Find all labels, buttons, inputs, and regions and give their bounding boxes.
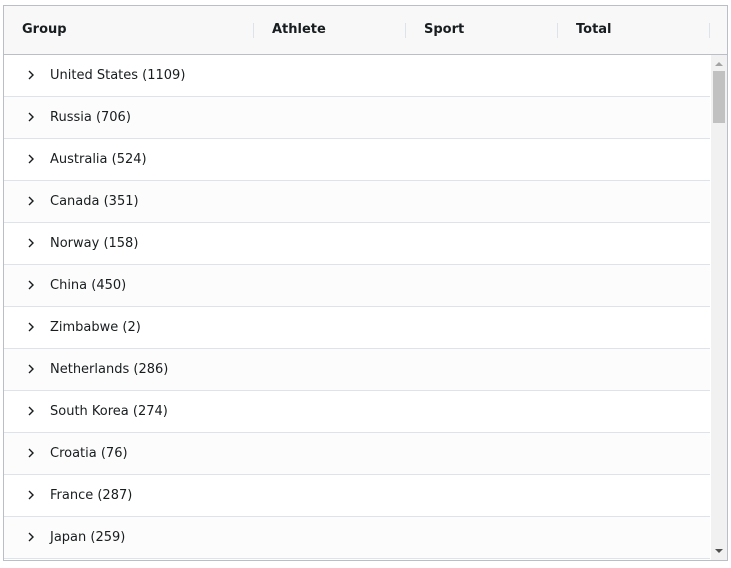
group-row-japan[interactable]: Japan (259) (4, 517, 710, 559)
group-row-label: South Korea (274) (50, 404, 168, 419)
group-row-label: Zimbabwe (2) (50, 320, 141, 335)
group-row-croatia[interactable]: Croatia (76) (4, 433, 710, 475)
group-row-south-korea[interactable]: South Korea (274) (4, 391, 710, 433)
column-header-label: Athlete (272, 22, 326, 37)
column-header-label: Total (576, 22, 612, 37)
group-row-label: Norway (158) (50, 236, 139, 251)
column-resize-handle[interactable] (709, 23, 710, 38)
column-header-sport[interactable]: Sport (424, 6, 556, 54)
column-resize-handle[interactable] (253, 23, 254, 38)
column-header-total[interactable]: Total (576, 6, 708, 54)
column-header-athlete[interactable]: Athlete (272, 6, 404, 54)
chevron-right-icon[interactable] (24, 278, 38, 292)
group-row-united-states[interactable]: United States (1109) (4, 55, 710, 97)
chevron-right-icon[interactable] (24, 488, 38, 502)
column-header-group[interactable]: Group (22, 6, 252, 54)
vertical-scrollbar[interactable] (711, 55, 727, 560)
group-row-zimbabwe[interactable]: Zimbabwe (2) (4, 307, 710, 349)
grid-body: United States (1109) Russia (706) Austra… (4, 55, 710, 560)
chevron-right-icon[interactable] (24, 194, 38, 208)
group-row-label: Netherlands (286) (50, 362, 169, 377)
group-row-label: Croatia (76) (50, 446, 128, 461)
group-row-canada[interactable]: Canada (351) (4, 181, 710, 223)
group-row-label: China (450) (50, 278, 127, 293)
group-row-label: Russia (706) (50, 110, 131, 125)
data-grid: Group Athlete Sport Total United States … (3, 5, 728, 561)
grid-header: Group Athlete Sport Total (4, 6, 727, 55)
scroll-up-arrow-icon[interactable] (715, 60, 723, 68)
chevron-right-icon[interactable] (24, 530, 38, 544)
chevron-right-icon[interactable] (24, 404, 38, 418)
column-resize-handle[interactable] (557, 23, 558, 38)
column-header-label: Sport (424, 22, 465, 37)
group-row-australia[interactable]: Australia (524) (4, 139, 710, 181)
chevron-right-icon[interactable] (24, 362, 38, 376)
group-row-france[interactable]: France (287) (4, 475, 710, 517)
chevron-right-icon[interactable] (24, 236, 38, 250)
chevron-right-icon[interactable] (24, 446, 38, 460)
chevron-right-icon[interactable] (24, 320, 38, 334)
group-row-china[interactable]: China (450) (4, 265, 710, 307)
group-row-russia[interactable]: Russia (706) (4, 97, 710, 139)
column-header-label: Group (22, 22, 67, 37)
column-resize-handle[interactable] (405, 23, 406, 38)
group-row-netherlands[interactable]: Netherlands (286) (4, 349, 710, 391)
group-row-label: France (287) (50, 488, 133, 503)
group-row-label: Canada (351) (50, 194, 139, 209)
scrollbar-thumb[interactable] (713, 71, 725, 123)
group-row-label: United States (1109) (50, 68, 186, 83)
group-row-label: Japan (259) (50, 530, 126, 545)
chevron-right-icon[interactable] (24, 152, 38, 166)
group-row-norway[interactable]: Norway (158) (4, 223, 710, 265)
group-row-label: Australia (524) (50, 152, 147, 167)
chevron-right-icon[interactable] (24, 110, 38, 124)
scroll-down-arrow-icon[interactable] (715, 547, 723, 555)
chevron-right-icon[interactable] (24, 68, 38, 82)
